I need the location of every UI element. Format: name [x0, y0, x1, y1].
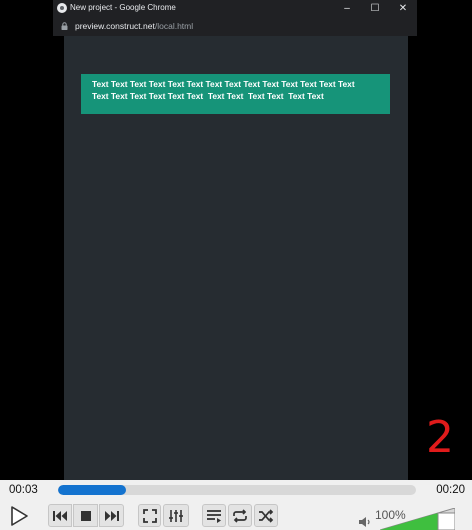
- maximize-button[interactable]: ☐: [361, 0, 389, 17]
- handwritten-digit: 2: [426, 412, 454, 460]
- handwritten-number-2: 2: [426, 412, 454, 460]
- address-bar[interactable]: preview.construct.net/local.html: [53, 17, 417, 36]
- close-button[interactable]: ✕: [389, 0, 417, 17]
- shuffle-button[interactable]: [254, 504, 278, 527]
- url-path: /local.html: [154, 21, 194, 31]
- loop-icon: [233, 508, 247, 523]
- shuffle-icon: [259, 508, 274, 523]
- current-time: 00:03: [9, 484, 38, 496]
- stop-button[interactable]: [73, 504, 98, 527]
- stop-icon: [80, 510, 91, 521]
- fullscreen-button[interactable]: [138, 504, 161, 527]
- play-icon: [11, 506, 28, 526]
- volume-slider[interactable]: [380, 508, 455, 530]
- volume-icon[interactable]: [358, 516, 372, 528]
- seek-bar[interactable]: [58, 485, 416, 495]
- window-title: New project - Google Chrome: [70, 3, 176, 12]
- previous-button[interactable]: [48, 504, 72, 527]
- next-button[interactable]: [99, 504, 124, 527]
- chrome-window: New project - Google Chrome – ☐ ✕ previe…: [53, 0, 417, 36]
- volume-slider-handle[interactable]: [437, 512, 455, 530]
- loop-button[interactable]: [228, 504, 252, 527]
- minimize-button[interactable]: –: [333, 0, 361, 17]
- media-player-controls: 00:03 00:20 100%: [0, 480, 472, 530]
- chrome-logo-icon: [57, 3, 67, 13]
- text-line-1: Text Text Text Text Text Text Text Text …: [92, 79, 355, 89]
- url-text[interactable]: preview.construct.net/local.html: [75, 21, 193, 31]
- text-line-2: Text Text Text Text Text Text Text Text …: [92, 90, 324, 101]
- equalizer-icon: [169, 509, 183, 522]
- skip-forward-icon: [104, 510, 119, 521]
- text-box: Text Text Text Text Text Text Text Text …: [81, 74, 390, 114]
- play-button[interactable]: [2, 502, 36, 530]
- lock-icon: [61, 22, 68, 30]
- page-canvas: Text Text Text Text Text Text Text Text …: [64, 36, 408, 480]
- extended-settings-button[interactable]: [163, 504, 189, 527]
- playlist-button[interactable]: [202, 504, 226, 527]
- url-host: preview.construct.net: [75, 21, 155, 31]
- volume-level: [380, 512, 438, 530]
- skip-back-icon: [53, 510, 67, 521]
- title-bar[interactable]: New project - Google Chrome – ☐ ✕: [53, 0, 417, 17]
- seek-progress: [58, 485, 127, 495]
- playlist-icon: [207, 509, 221, 523]
- screen: New project - Google Chrome – ☐ ✕ previe…: [0, 0, 472, 530]
- total-time: 00:20: [436, 484, 465, 496]
- fullscreen-icon: [142, 508, 157, 523]
